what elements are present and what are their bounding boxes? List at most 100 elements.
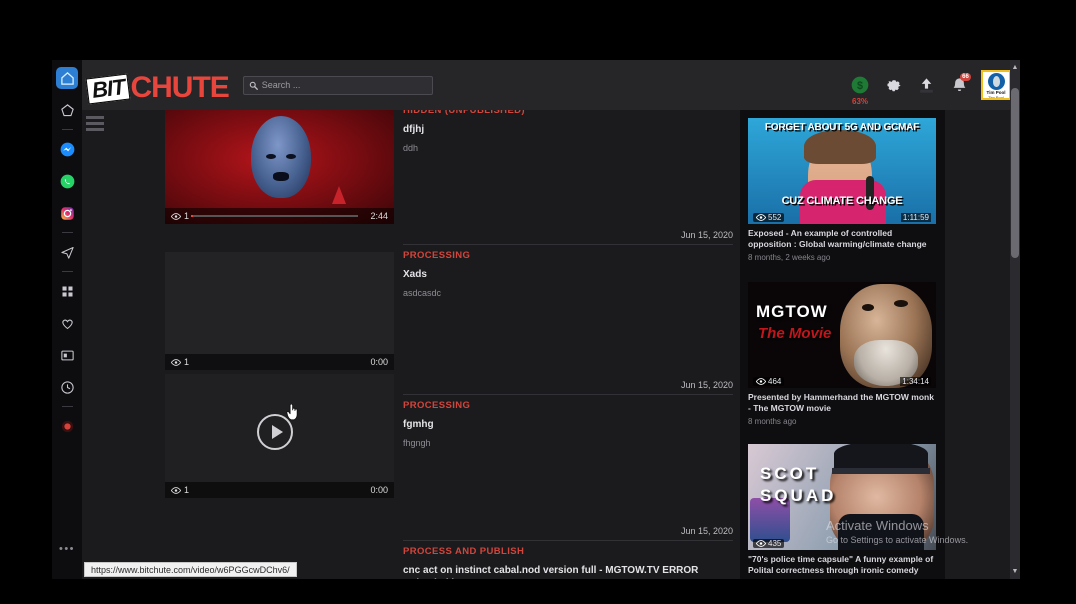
thumbnail-overlay-top: FORGET ABOUT 5G AND GCMAF (764, 122, 920, 133)
rail-divider (61, 129, 73, 130)
heart-icon (61, 319, 73, 329)
thumbnail-overlay-top: SCOT (760, 464, 820, 483)
video-description: fhgngh (403, 438, 431, 448)
rail-whatsapp-icon[interactable] (56, 170, 78, 192)
view-badge: 435 (753, 538, 785, 548)
divider (403, 540, 733, 541)
video-meta: Jun 15, 2020 PROCESS AND PUBLISH cnc act… (403, 526, 733, 579)
rail-divider (61, 232, 73, 233)
sidebar-video-thumbnail[interactable]: SCOT SQUAD 435 (748, 444, 936, 550)
sidebar-video-thumbnail[interactable]: MGTOW The Movie 464 1:34:14 (748, 282, 936, 388)
status-url-text: https://www.bitchute.com/video/w6PGGcwDC… (91, 564, 290, 575)
scroll-down-arrow[interactable]: ▼ (1010, 566, 1020, 577)
rail-heart-icon[interactable] (56, 312, 78, 334)
video-title[interactable]: Xads (403, 268, 733, 281)
view-count: 1 (184, 357, 190, 367)
notifications-button[interactable]: 66 (948, 73, 971, 97)
sidebar-video-item[interactable]: MGTOW The Movie 464 1:34:14 Presented by… (748, 282, 936, 426)
rail-apps-grid-icon[interactable] (56, 280, 78, 302)
sidebar-video-item[interactable]: FORGET ABOUT 5G AND GCMAF CUZ CLIMATE CH… (748, 118, 936, 262)
video-thumbnail[interactable]: 1 0:00 (165, 252, 394, 370)
video-duration: 2:44 (370, 211, 388, 221)
feed-icon (60, 350, 74, 360)
video-duration: 0:00 (370, 357, 388, 367)
mouse-cursor-pointer (286, 404, 298, 421)
thumbnail-overlay-bottom: The Movie (758, 325, 832, 342)
menu-toggle-button[interactable] (86, 116, 104, 134)
sidebar-video-item[interactable]: SCOT SQUAD 435 "70's police time capsule… (748, 444, 936, 579)
money-percent-label: 63% (851, 97, 869, 106)
messenger-icon (60, 142, 74, 156)
money-icon: $ (851, 76, 869, 94)
thumbnail-overlay-bottom: CUZ CLIMATE CHANGE (781, 195, 903, 207)
thumbnail-overlay-top: MGTOW (756, 302, 828, 321)
rail-home-icon[interactable] (56, 67, 78, 89)
video-title[interactable]: fgmhg (403, 418, 733, 431)
status-bar-url: https://www.bitchute.com/video/w6PGGcwDC… (84, 562, 297, 577)
eye-icon (171, 358, 181, 366)
burger-line (86, 116, 104, 119)
bitchute-logo[interactable]: BIT CHUTE (85, 60, 230, 110)
rail-telegram-icon[interactable] (56, 241, 78, 263)
divider (403, 394, 733, 395)
rail-more-button[interactable]: ••• (56, 538, 78, 560)
scrollbar-thumb[interactable] (1011, 88, 1019, 258)
rail-instagram-icon[interactable] (56, 202, 78, 224)
search-placeholder: Search ... (261, 80, 301, 90)
vertical-scrollbar[interactable]: ▲ ▼ (1010, 60, 1020, 579)
site-header: BIT CHUTE Search ... $ 63% 66 Tim Pool T… (82, 60, 1020, 110)
home-icon (60, 71, 74, 85)
sidebar-video-title[interactable]: Presented by Hammerhand the MGTOW monk -… (748, 392, 936, 414)
app-dock-sidebar: ••• (52, 60, 82, 579)
telegram-icon (60, 246, 74, 259)
video-duration: 0:00 (370, 485, 388, 495)
instagram-icon (60, 206, 74, 220)
logo-bit-text: BIT (85, 73, 131, 105)
settings-button[interactable] (882, 73, 904, 97)
video-duration: 1:34:14 (900, 376, 931, 386)
video-thumbnail[interactable]: 1 0:00 (165, 374, 394, 498)
video-status: HIDDEN (UNPUBLISHED) (403, 110, 525, 116)
video-title[interactable]: cnc act on instinct cabal.nod version fu… (403, 564, 733, 579)
eye-icon (756, 539, 766, 547)
sidebar-video-thumbnail[interactable]: FORGET ABOUT 5G AND GCMAF CUZ CLIMATE CH… (748, 118, 936, 224)
view-count: 552 (768, 212, 782, 222)
view-badge: 552 (753, 212, 785, 222)
video-description: asdcasdc (403, 288, 442, 298)
gear-icon (886, 79, 901, 91)
burger-line (86, 128, 104, 131)
sidebar-video-title[interactable]: Exposed - An example of controlled oppos… (748, 228, 936, 250)
video-thumbnail[interactable]: 1 2:44 (165, 110, 394, 224)
rail-clock-icon[interactable] (56, 376, 78, 398)
eye-icon (171, 486, 181, 494)
rail-messenger-icon[interactable] (56, 138, 78, 160)
related-videos-sidebar: FORGET ABOUT 5G AND GCMAF CUZ CLIMATE CH… (740, 110, 945, 579)
record-icon (61, 420, 73, 432)
video-meta: Jun 15, 2020 PROCESSING fgmhg fhgngh (403, 380, 733, 449)
avatar[interactable]: Tim Pool Tim Pool (981, 70, 1011, 100)
video-description: ddh (403, 143, 419, 153)
video-status: PROCESSING (403, 400, 471, 411)
video-meta: HIDDEN (UNPUBLISHED) dfjhj ddh (403, 110, 733, 154)
scrub-bar[interactable] (191, 215, 358, 217)
sidebar-video-title[interactable]: "70's police time capsule" A funny examp… (748, 554, 936, 576)
video-date: Jun 15, 2020 (680, 380, 733, 390)
apps-grid-icon (62, 286, 72, 296)
scroll-up-arrow[interactable]: ▲ (1010, 62, 1020, 73)
search-input[interactable]: Search ... (242, 75, 433, 95)
notification-badge: 66 (960, 73, 971, 81)
avatar-image (987, 73, 1005, 90)
video-title[interactable]: dfjhj (403, 123, 733, 136)
rail-pentagon-icon[interactable] (56, 99, 78, 121)
money-button[interactable]: $ 63% (849, 73, 871, 106)
rail-more-label: ••• (58, 542, 76, 555)
upload-icon (919, 77, 933, 93)
thumbnail-overlay-bar: 435 (748, 536, 936, 550)
rail-feed-icon[interactable] (56, 344, 78, 366)
sidebar-video-age: 8 months, 2 weeks ago (748, 253, 831, 262)
video-list-main: 1 2:44 HIDDEN (UNPUBLISHED) dfjhj ddh Ju… (82, 110, 740, 579)
burger-line (86, 122, 104, 125)
rail-record-icon[interactable] (56, 415, 78, 437)
upload-button[interactable] (915, 73, 937, 97)
eye-icon (756, 213, 766, 221)
